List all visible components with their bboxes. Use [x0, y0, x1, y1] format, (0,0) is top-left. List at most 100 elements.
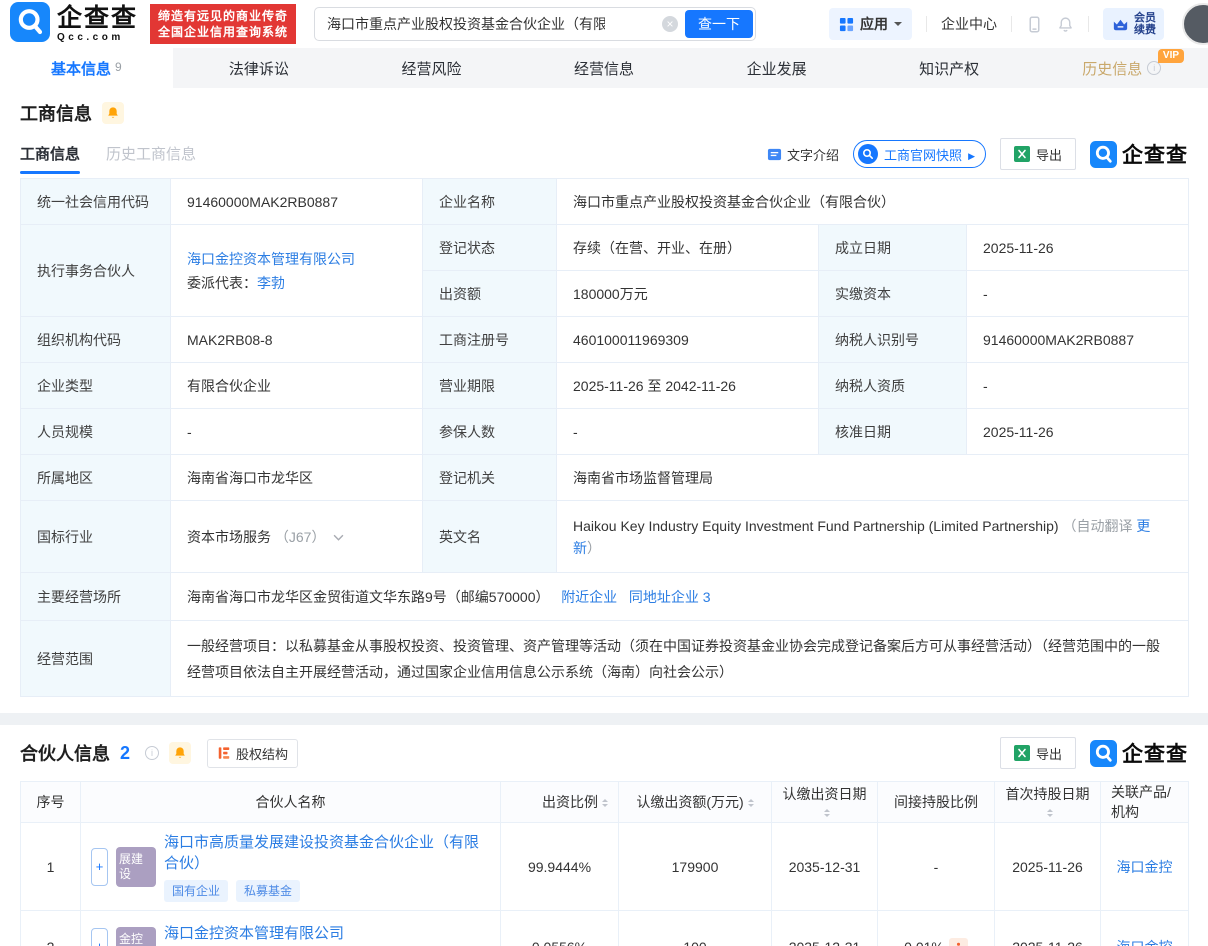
- subtab-history-registration[interactable]: 历史工商信息: [106, 143, 196, 174]
- indirect-share-icon[interactable]: [948, 937, 968, 946]
- partners-info-icon[interactable]: [145, 746, 160, 760]
- label-registration-authority: 登记机关: [422, 454, 557, 501]
- value-english-name: Haikou Key Industry Equity Investment Fu…: [555, 500, 1190, 573]
- tab-history-info[interactable]: 历史信息 VIP: [1035, 48, 1208, 88]
- value-credit-code: 91460000MAK2RB0887: [170, 178, 423, 225]
- col-related: 关联产品/机构: [1100, 781, 1189, 823]
- label-executive-partner: 执行事务合伙人: [20, 224, 171, 317]
- label-english-name: 英文名: [422, 500, 557, 573]
- equity-structure-icon: [218, 747, 230, 759]
- mobile-app-icon[interactable]: [1026, 16, 1043, 33]
- qcc-stamp-icon: [1090, 140, 1117, 168]
- value-approval-date: 2025-11-26: [965, 408, 1190, 455]
- expand-row-button[interactable]: [91, 928, 108, 946]
- executive-partner-link[interactable]: 海口金控资本管理有限公司: [187, 251, 355, 267]
- label-company-name: 企业名称: [422, 178, 557, 225]
- rep-name-link[interactable]: 李勃: [257, 275, 285, 291]
- info-icon: [1147, 61, 1162, 75]
- excel-icon: [1013, 745, 1030, 761]
- tab-basic-info[interactable]: 基本信息 9: [0, 48, 173, 88]
- section-title-business-info: 工商信息: [20, 104, 92, 124]
- qcc-logo-icon: [10, 1, 50, 47]
- partner-date: 2035-12-31: [771, 822, 878, 911]
- partner-name-link[interactable]: 海口市高质量发展建设投资基金合伙企业（有限合伙）: [164, 831, 490, 873]
- value-business-scope: 一般经营项目：以私募基金从事股权投资、投资管理、资产管理等活动（须在中国证券投资…: [169, 620, 1190, 697]
- qcc-company-page: 企查查 Qcc.com 缔造有远见的商业传奇 全国企业信用查询系统 查一下 应用…: [0, 0, 1208, 946]
- search-box: 查一下: [314, 7, 757, 41]
- subscribe-bell-icon[interactable]: [102, 102, 124, 124]
- related-product-link[interactable]: 海口金控: [1117, 939, 1173, 946]
- tab-legal-litigation[interactable]: 法律诉讼: [173, 48, 346, 88]
- col-amount-sortable[interactable]: 认缴出资额(万元): [618, 781, 772, 823]
- qcc-stamp-icon: [1090, 739, 1117, 767]
- partner-name-link[interactable]: 海口金控资本管理有限公司: [164, 922, 344, 943]
- notification-bell-icon[interactable]: [1057, 16, 1074, 33]
- excel-icon: [1013, 146, 1030, 162]
- partner-row: 1 展建设 海口市高质量发展建设投资基金合伙企业（有限合伙） 国有企业 私募基金: [20, 822, 1189, 911]
- col-date-sortable[interactable]: 认缴出资日期: [771, 781, 878, 823]
- partners-bell-icon[interactable]: [169, 742, 192, 764]
- label-insured-count: 参保人数: [422, 408, 557, 455]
- official-snapshot-button[interactable]: 工商官网快照: [853, 140, 986, 168]
- value-registration-status: 存续（在营、开业、在册）: [556, 224, 819, 271]
- value-business-term: 2025-11-26 至 2042-11-26: [556, 362, 819, 409]
- value-capital: 180000万元: [556, 270, 819, 317]
- value-executive-partner: 海口金控资本管理有限公司 委派代表：李勃: [170, 224, 423, 317]
- value-registration-authority: 海南省市场监督管理局: [555, 454, 1190, 501]
- member-crown-icon: [1113, 19, 1128, 30]
- value-paid-capital: -: [965, 270, 1190, 317]
- partner-avatar[interactable]: 金控资本: [116, 927, 156, 946]
- equity-structure-button[interactable]: 股权结构: [207, 738, 299, 768]
- enterprise-center-link[interactable]: 企业中心: [941, 14, 997, 34]
- top-header: 企查查 Qcc.com 缔造有远见的商业传奇 全国企业信用查询系统 查一下 应用…: [0, 0, 1208, 48]
- nearby-companies-link[interactable]: 附近企业: [561, 589, 617, 605]
- label-capital: 出资额: [422, 270, 557, 317]
- partners-export-button[interactable]: 导出: [999, 737, 1076, 769]
- expand-row-button[interactable]: [91, 847, 108, 886]
- tab-business-info[interactable]: 经营信息: [518, 48, 691, 88]
- label-taxpayer-qualification: 纳税人资质: [818, 362, 967, 409]
- subtab-current-registration[interactable]: 工商信息: [20, 143, 81, 174]
- apps-menu-button[interactable]: 应用: [829, 8, 912, 40]
- label-region: 所属地区: [20, 454, 171, 501]
- qcc-home-logo[interactable]: 企查查 Qcc.com: [10, 1, 139, 47]
- member-renew-button[interactable]: 会员 续费: [1103, 8, 1164, 40]
- value-taxpayer-id: 91460000MAK2RB0887: [965, 316, 1190, 363]
- related-product-link[interactable]: 海口金控: [1117, 859, 1173, 875]
- qcc-watermark-logo: 企查查: [1090, 738, 1188, 768]
- sort-icon[interactable]: [747, 796, 754, 810]
- section-title-partners: 合伙人信息: [20, 744, 110, 764]
- text-intro-button[interactable]: 文字介绍: [767, 145, 839, 164]
- partners-count: 2: [120, 742, 131, 763]
- auto-translate-note: （自动翻译: [1062, 517, 1133, 534]
- sort-icon[interactable]: [602, 796, 608, 810]
- chevron-down-icon[interactable]: [333, 528, 344, 544]
- arrow-right-icon: [968, 147, 975, 162]
- top-nav: 应用 企业中心 会员 续费: [829, 3, 1208, 45]
- col-no: 序号: [20, 781, 81, 823]
- label-company-type: 企业类型: [20, 362, 171, 409]
- brand-name: 企查查: [57, 3, 139, 32]
- label-taxpayer-id: 纳税人识别号: [818, 316, 967, 363]
- value-established-date: 2025-11-26: [965, 224, 1190, 271]
- label-paid-capital: 实缴资本: [818, 270, 967, 317]
- partner-avatar[interactable]: 展建设: [116, 846, 156, 887]
- sort-icon[interactable]: [1046, 806, 1053, 820]
- col-first-date-sortable[interactable]: 首次持股日期: [994, 781, 1101, 823]
- col-ratio-sortable[interactable]: 出资比例: [500, 781, 619, 823]
- clear-search-icon[interactable]: [662, 16, 679, 32]
- tab-operational-risk[interactable]: 经营风险: [345, 48, 518, 88]
- value-company-type: 有限合伙企业: [170, 362, 423, 409]
- same-address-companies-link[interactable]: 同地址企业 3: [629, 589, 711, 605]
- tab-enterprise-development[interactable]: 企业发展: [690, 48, 863, 88]
- sort-icon[interactable]: [823, 806, 830, 820]
- partner-no: 1: [20, 822, 81, 911]
- value-main-address: 海南省海口市龙华区金贸街道文华东路9号（邮编570000） 附近企业 同地址企业…: [169, 572, 1190, 621]
- member-label-2: 续费: [1134, 24, 1156, 36]
- partners-table: 序号 合伙人名称 出资比例 认缴出资额(万元) 认缴出资日期 间接持股比例 首次…: [20, 781, 1189, 946]
- search-button[interactable]: 查一下: [685, 10, 754, 38]
- label-org-code: 组织机构代码: [20, 316, 171, 363]
- export-button[interactable]: 导出: [999, 138, 1076, 170]
- tab-intellectual-property[interactable]: 知识产权: [863, 48, 1036, 88]
- user-avatar[interactable]: [1182, 3, 1208, 45]
